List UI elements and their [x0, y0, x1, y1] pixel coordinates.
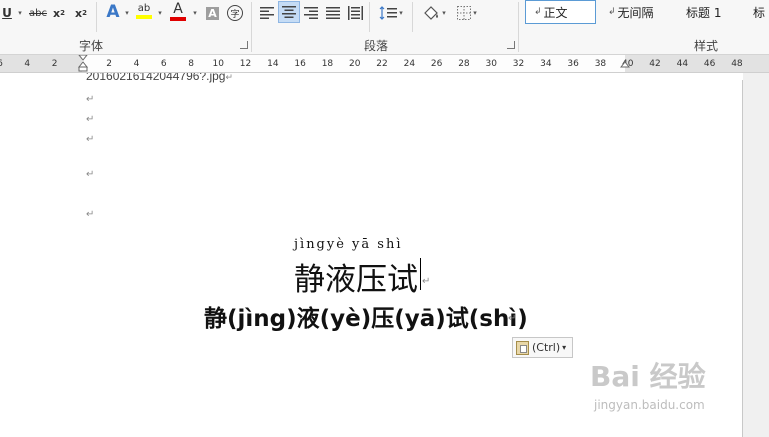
ruler-tick-label: 38	[594, 59, 607, 69]
align-center-icon	[282, 6, 296, 18]
horizontal-ruler[interactable]: 8642246810121416182022242628303234363840…	[0, 55, 769, 73]
ruler-tick-label: 28	[458, 59, 470, 69]
shading-button[interactable]: ▾	[419, 2, 449, 24]
borders-button[interactable]: ▾	[451, 2, 483, 24]
highlight-color-bar	[136, 15, 152, 19]
distributed-button[interactable]	[345, 2, 365, 24]
enclose-char-button[interactable]: 字	[226, 2, 244, 24]
strikethrough-button[interactable]: abc	[27, 2, 49, 24]
ruler-tick-label: 32	[512, 59, 525, 69]
paragraph-mark: ↵	[86, 94, 95, 105]
hanzi-text: 静液压试	[294, 262, 418, 298]
separator	[369, 2, 370, 32]
ruler-tick-label: 6	[160, 59, 167, 69]
ruler-tick-label: 22	[376, 59, 388, 69]
filename-text: 20160216142044796?.jpg↵	[86, 73, 234, 83]
ruler-tick-label: 24	[403, 59, 416, 69]
distributed-icon	[347, 6, 363, 20]
watermark-url: jingyan.baidu.com	[594, 398, 705, 412]
ruler-tick-label: 26	[430, 59, 443, 69]
ruler-tick-label: 36	[567, 59, 579, 69]
ruler-tick-label: 12	[239, 59, 252, 69]
style-heading-2[interactable]: 标	[749, 0, 769, 24]
char-shading-button[interactable]: A	[204, 2, 221, 24]
ruler-tick-label: 34	[540, 59, 552, 69]
vertical-scroll-area[interactable]	[743, 73, 769, 437]
text-cursor	[420, 258, 421, 290]
ruler-tick-label: 16	[294, 59, 306, 69]
styles-group-label: 样式	[694, 39, 719, 53]
line-spacing-button[interactable]: ▾	[376, 2, 406, 24]
ruler-tick-label: 4	[133, 59, 140, 69]
ruler-right-margin	[625, 55, 769, 72]
ruler-tick-label: 18	[321, 59, 334, 69]
paragraph-mark: ↵	[508, 313, 517, 324]
subscript-button[interactable]: x2	[50, 2, 68, 24]
ruler-left-margin	[0, 55, 82, 72]
ruler-tick-label: 30	[485, 59, 497, 69]
font-dialog-launcher[interactable]	[240, 41, 248, 49]
ruler-tick-label: 46	[703, 59, 716, 69]
ruler-tick-label: 2	[106, 59, 113, 69]
underline-dropdown[interactable]: ▾	[14, 2, 24, 24]
group-separator	[251, 2, 252, 52]
paste-options-button[interactable]: (Ctrl) ▾	[512, 337, 573, 358]
watermark-logo: Bai 经验	[590, 360, 706, 393]
ribbon: U ▾ abc x2 x2 A ▾ ab ▾ A ▾ A 字 字体 ▾ ▾ ▾ …	[0, 0, 769, 55]
style-normal[interactable]: ↲ 正文	[525, 0, 596, 24]
font-group-label: 字体	[79, 39, 104, 53]
clipboard-icon	[516, 340, 529, 355]
font-color-bar	[170, 16, 186, 21]
group-separator	[518, 2, 519, 52]
style-no-spacing[interactable]: ↲ 无间隔	[600, 0, 673, 24]
first-line-indent-marker[interactable]	[78, 55, 88, 72]
highlight-dropdown[interactable]: ▾	[155, 2, 163, 24]
ruler-tick-label: 6	[0, 59, 3, 69]
pinyin-annotated-line: 静(jìng)液(yè)压(yā)试(shì)	[204, 306, 528, 332]
align-center-button[interactable]	[278, 1, 300, 23]
align-right-icon	[304, 7, 318, 19]
paragraph-group-label: 段落	[364, 39, 389, 53]
ruler-tick-label: 44	[676, 59, 689, 69]
paragraph-mark: ↵	[422, 276, 431, 287]
separator	[412, 2, 413, 32]
ruler-tick-label: 8	[188, 59, 194, 69]
paragraph-mark: ↵	[86, 134, 95, 145]
align-right-button[interactable]	[301, 2, 321, 24]
ruler-tick-label: 2	[51, 59, 58, 69]
ruler-tick-label: 42	[649, 59, 661, 69]
text-effects-button[interactable]: A	[103, 1, 123, 23]
ruler-tick-label: 10	[212, 59, 224, 69]
underline-button[interactable]: U	[0, 2, 14, 24]
paragraph-mark: ↵	[86, 114, 95, 125]
right-indent-marker[interactable]	[620, 60, 630, 72]
text-effects-dropdown[interactable]: ▾	[122, 2, 130, 24]
font-color-dropdown[interactable]: ▾	[190, 2, 198, 24]
style-heading-1[interactable]: 标题 1	[678, 0, 746, 24]
separator	[96, 2, 97, 32]
align-left-icon	[260, 7, 274, 19]
pinyin-text: jìngyè yā shì	[294, 237, 403, 252]
superscript-button[interactable]: x2	[72, 2, 90, 24]
paragraph-dialog-launcher[interactable]	[507, 41, 515, 49]
ruler-tick-label: 20	[349, 59, 361, 69]
line-spacing-icon	[379, 6, 398, 20]
paint-bucket-icon	[424, 6, 439, 20]
ruler-tick-label: 14	[267, 59, 279, 69]
justify-icon	[326, 7, 340, 19]
borders-icon	[457, 6, 472, 20]
highlight-button[interactable]: ab	[134, 0, 154, 22]
font-color-button[interactable]: A	[168, 0, 188, 22]
paragraph-mark: ↵	[86, 169, 95, 180]
align-left-button[interactable]	[257, 2, 277, 24]
ruler-tick-label: 48	[731, 59, 743, 69]
ruler-tick-label: 4	[24, 59, 31, 69]
paragraph-mark: ↵	[86, 209, 95, 220]
justify-button[interactable]	[323, 2, 343, 24]
